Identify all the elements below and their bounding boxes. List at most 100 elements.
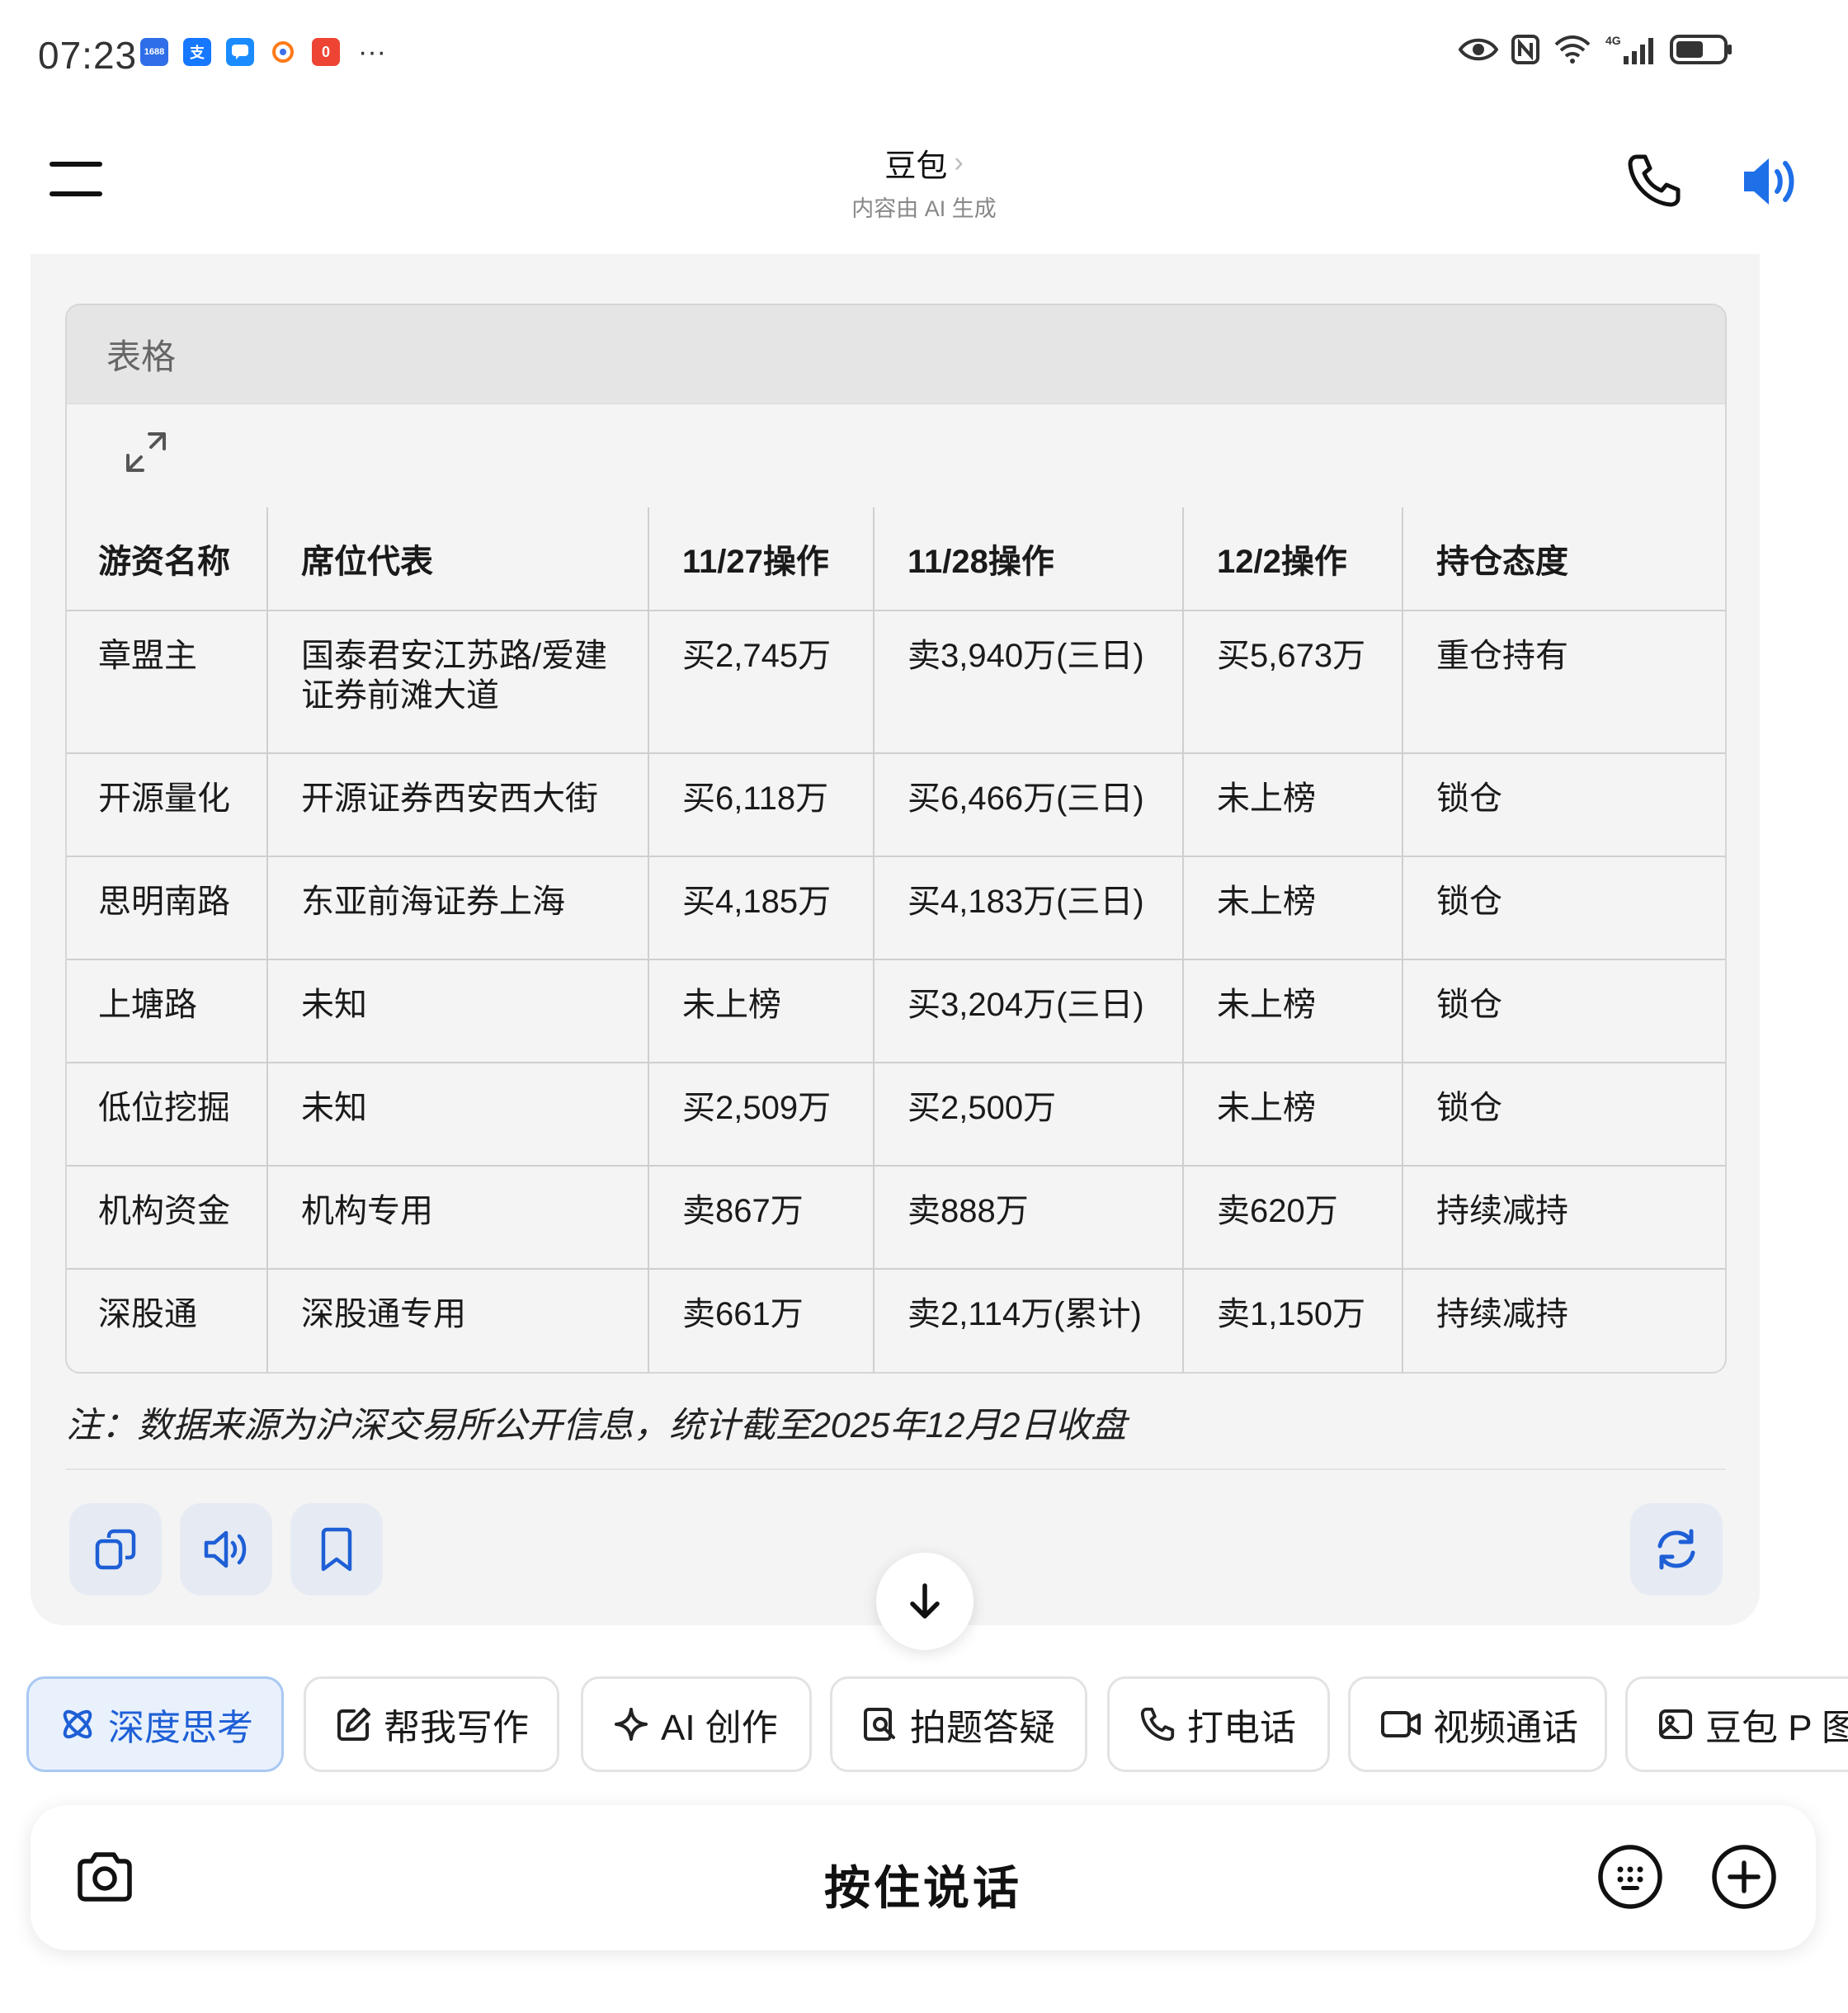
- ai-generated-note: 内容由 AI 生成: [851, 196, 997, 221]
- refresh-icon: [1657, 1529, 1695, 1570]
- table-cell: 深股通专用: [266, 1268, 649, 1372]
- table-caption-bar: 表格: [67, 305, 1725, 404]
- chip-phone-call[interactable]: 打电话: [1107, 1676, 1330, 1772]
- chip-help-write[interactable]: 帮我写作: [304, 1676, 559, 1772]
- notification-icons: 1688 支 0 ···: [140, 38, 386, 66]
- battery-icon: [1670, 35, 1732, 64]
- system-icons: 4G: [1459, 33, 1732, 66]
- chip-deep-thinking[interactable]: 深度思考: [26, 1676, 284, 1772]
- chip-label: 打电话: [1187, 1708, 1296, 1748]
- wifi-icon: [1554, 35, 1591, 64]
- chip-photo-question[interactable]: 拍题答疑: [830, 1676, 1087, 1772]
- expand-icon: [126, 432, 166, 472]
- copy-icon: [95, 1529, 136, 1570]
- table-header-row: 游资名称 席位代表 11/27操作 11/28操作 12/2操作 持仓态度: [67, 507, 1725, 611]
- table-cell: 未上榜: [1182, 856, 1403, 960]
- table-cell: 重仓持有: [1402, 610, 1725, 754]
- speaker-outline-icon: [204, 1530, 247, 1568]
- table-note: 注：数据来源为沪深交易所公开信息，统计截至2025年12月2日收盘: [66, 1406, 1127, 1445]
- status-time: 07:23: [38, 34, 138, 77]
- image-edit-icon: [1659, 1709, 1692, 1739]
- answer-card: 表格 游资名称 席位代表 11/27操作 11/28操作 12/2操作 持仓态度…: [31, 254, 1760, 1625]
- keyboard-icon: [1598, 1845, 1662, 1909]
- table-cell: 未知: [266, 959, 649, 1063]
- regenerate-button[interactable]: [1630, 1503, 1723, 1596]
- expand-table-button[interactable]: [123, 429, 169, 475]
- chip-label: 深度思考: [108, 1708, 253, 1748]
- speaker-icon: [1744, 158, 1794, 205]
- atom-icon: [63, 1709, 92, 1739]
- plus-circle-icon: [1712, 1845, 1776, 1909]
- sparkle-icon: [615, 1708, 648, 1741]
- table-row: 思明南路 东亚前海证券上海 买4,185万 买4,183万(三日) 未上榜 锁仓: [67, 856, 1725, 960]
- message-app-icon: [226, 38, 254, 66]
- chip-ai-create[interactable]: AI 创作: [581, 1676, 812, 1772]
- phone-call-button[interactable]: [1625, 152, 1683, 210]
- table-caption: 表格: [106, 337, 177, 376]
- bookmark-icon: [321, 1527, 352, 1572]
- table-cell: 买5,673万: [1182, 610, 1403, 754]
- table-cell: 买4,183万(三日): [873, 856, 1184, 960]
- table-cell: 国泰君安江苏路/爱建证券前滩大道: [266, 610, 649, 754]
- table-cell: 卖2,114万(累计): [873, 1268, 1184, 1372]
- bookmark-button[interactable]: [290, 1503, 383, 1596]
- chip-label: 拍题答疑: [910, 1708, 1055, 1748]
- signal-4g-icon: 4G: [1605, 34, 1653, 64]
- table-row: 机构资金 机构专用 卖867万 卖888万 卖620万 持续减持: [67, 1165, 1725, 1270]
- column-header: 持仓态度: [1402, 507, 1725, 611]
- read-aloud-button[interactable]: [1739, 150, 1802, 213]
- table-block: 表格 游资名称 席位代表 11/27操作 11/28操作 12/2操作 持仓态度…: [65, 304, 1727, 1374]
- table-cell: 买2,500万: [873, 1062, 1184, 1167]
- table-cell: 机构资金: [67, 1165, 268, 1270]
- table-row: 开源量化 开源证券西安西大街 买6,118万 买6,466万(三日) 未上榜 锁…: [67, 752, 1725, 857]
- table-cell: 锁仓: [1402, 752, 1725, 857]
- table-cell: 锁仓: [1402, 856, 1725, 960]
- divider: [66, 1468, 1726, 1470]
- column-header: 游资名称: [67, 507, 268, 611]
- video-icon: [1381, 1711, 1421, 1737]
- arrow-down-icon: [910, 1583, 940, 1619]
- table-cell: 未上榜: [1182, 959, 1403, 1063]
- chat-title[interactable]: 豆包 › 内容由 AI 生成: [0, 140, 1848, 223]
- table-cell: 未上榜: [1182, 752, 1403, 857]
- keyboard-button[interactable]: [1596, 1843, 1664, 1911]
- table-cell: 低位挖掘: [67, 1062, 268, 1167]
- table-row: 章盟主 国泰君安江苏路/爱建证券前滩大道 买2,745万 卖3,940万(三日)…: [67, 610, 1725, 754]
- table-cell: 开源证券西安西大街: [266, 752, 649, 857]
- read-aloud-answer-button[interactable]: [180, 1503, 272, 1596]
- table-row: 低位挖掘 未知 买2,509万 买2,500万 未上榜 锁仓: [67, 1062, 1725, 1167]
- table-cell: 卖1,150万: [1182, 1268, 1403, 1372]
- eye-icon: [1459, 38, 1498, 61]
- scroll-to-bottom-button[interactable]: [876, 1553, 974, 1650]
- table-cell: 深股通: [67, 1268, 268, 1372]
- copy-button[interactable]: [69, 1503, 162, 1596]
- chip-label: 豆包 P 图: [1705, 1708, 1848, 1748]
- phone-icon: [1628, 154, 1681, 207]
- table-cell: 持续减持: [1402, 1268, 1725, 1372]
- table-cell: 卖661万: [648, 1268, 874, 1372]
- table-cell: 锁仓: [1402, 959, 1725, 1063]
- table-cell: 卖3,940万(三日): [873, 610, 1184, 754]
- table-cell: 持续减持: [1402, 1165, 1725, 1270]
- add-attachment-button[interactable]: [1710, 1843, 1778, 1911]
- nfc-icon: [1511, 35, 1539, 64]
- table-cell: 未上榜: [1182, 1062, 1403, 1167]
- table-row: 深股通 深股通专用 卖661万 卖2,114万(累计) 卖1,150万 持续减持: [67, 1268, 1725, 1372]
- scan-question-icon: [864, 1708, 895, 1741]
- table-cell: 章盟主: [67, 610, 268, 754]
- app-header: 豆包 › 内容由 AI 生成: [0, 124, 1848, 231]
- table-cell: 未上榜: [648, 959, 874, 1063]
- more-notifications-icon: ···: [358, 36, 386, 68]
- chip-video-call[interactable]: 视频通话: [1348, 1676, 1607, 1772]
- chip-label: 帮我写作: [384, 1708, 529, 1748]
- table-cell: 买2,745万: [648, 610, 874, 754]
- voice-input-bar[interactable]: 按住说话: [31, 1805, 1816, 1950]
- edit-icon: [337, 1708, 370, 1741]
- table-cell: 卖620万: [1182, 1165, 1403, 1270]
- chip-image-edit[interactable]: 豆包 P 图: [1625, 1676, 1848, 1772]
- orange-app-icon: [269, 38, 297, 66]
- table-cell: 思明南路: [67, 856, 268, 960]
- table-cell: 上塘路: [67, 959, 268, 1063]
- data-table: 游资名称 席位代表 11/27操作 11/28操作 12/2操作 持仓态度 章盟…: [67, 507, 1725, 1372]
- column-header: 席位代表: [266, 507, 649, 611]
